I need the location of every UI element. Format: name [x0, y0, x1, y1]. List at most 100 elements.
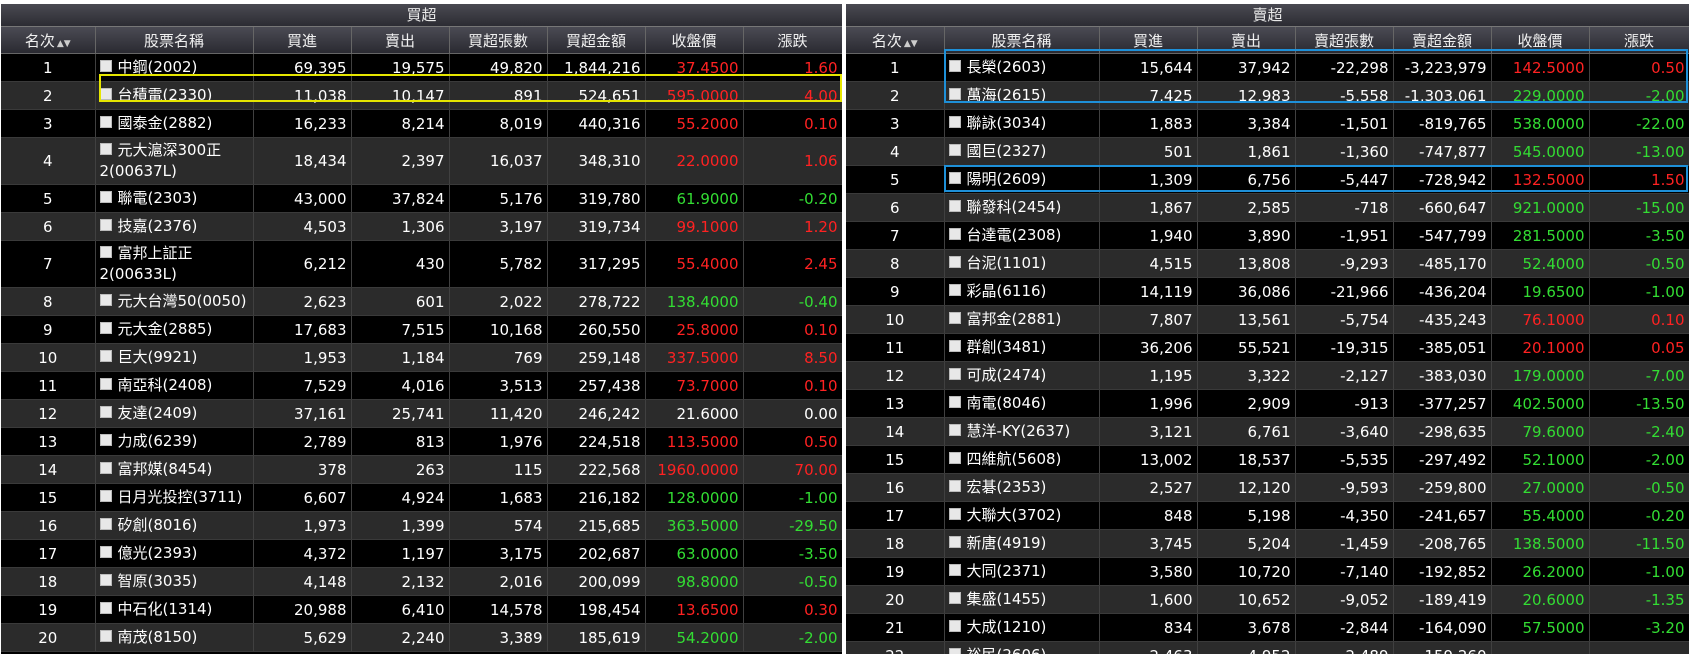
row-checkbox[interactable]: [99, 573, 112, 586]
row-checkbox[interactable]: [99, 293, 112, 306]
col-buy-header[interactable]: 買進: [1099, 27, 1198, 54]
col-sell-header[interactable]: 賣出: [1197, 27, 1296, 54]
row-checkbox[interactable]: [99, 142, 112, 155]
row-checkbox[interactable]: [948, 59, 961, 72]
col-qty-header[interactable]: 賣超張數: [1295, 27, 1394, 54]
table-row[interactable]: 2 台積電(2330) 11,038 10,147 891 524,651 595.0000…: [1, 81, 842, 110]
table-row[interactable]: 20 集盛(1455) 1,600 10,652 -9,052 -189,419 20.60…: [846, 585, 1689, 614]
row-checkbox[interactable]: [99, 87, 112, 100]
table-row[interactable]: 10 富邦金(2881) 7,807 13,561 -5,754 -435,243 76.1…: [846, 305, 1689, 334]
table-row[interactable]: 11 群創(3481) 36,206 55,521 -19,315 -385,051 20.…: [846, 333, 1689, 362]
table-row[interactable]: 21 大成(1210) 834 3,678 -2,844 -164,090 57.5000-…: [846, 613, 1689, 642]
row-checkbox[interactable]: [99, 377, 112, 390]
table-row[interactable]: 7 富邦上証正2(00633L) 6,212 430 5,782 317,295 55.40…: [1, 240, 842, 288]
table-row[interactable]: 4 元大滬深300正2(00637L) 18,434 2,397 16,037 348,3…: [1, 137, 842, 185]
table-row[interactable]: 1 中鋼(2002) 69,395 19,575 49,820 1,844,216 37.4…: [1, 53, 842, 82]
col-rank-header[interactable]: 名次 ▲▼: [1, 27, 96, 54]
table-row[interactable]: 1 長榮(2603) 15,644 37,942 -22,298 -3,223,979 14…: [846, 53, 1689, 82]
table-row[interactable]: 11 南亞科(2408) 7,529 4,016 3,513 257,438 73.7000…: [1, 371, 842, 400]
row-checkbox[interactable]: [99, 190, 112, 203]
table-row[interactable]: 20 南茂(8150) 5,629 2,240 3,389 185,619 54.2000-…: [1, 623, 842, 652]
row-checkbox[interactable]: [948, 171, 961, 184]
sort-icon[interactable]: ▲▼: [57, 39, 71, 49]
table-row[interactable]: 12 可成(2474) 1,195 3,322 -2,127 -383,030 179.00…: [846, 361, 1689, 390]
table-row[interactable]: 8 元大台灣50(0050) 2,623 601 2,022 278,722 138.400…: [1, 287, 842, 316]
col-name-header[interactable]: 股票名稱: [944, 27, 1100, 54]
table-row[interactable]: 3 國泰金(2882) 16,233 8,214 8,019 440,316 55.2000…: [1, 109, 842, 138]
table-row[interactable]: 22 裕民(2606) 2,4634,952-2,489-159,260: [846, 641, 1689, 654]
table-row[interactable]: 2 萬海(2615) 7,425 12,983 -5,558 -1,303,061 229.…: [846, 81, 1689, 110]
table-row[interactable]: 19 大同(2371) 3,580 10,720 -7,140 -192,852 26.20…: [846, 557, 1689, 586]
col-buy-header[interactable]: 買進: [253, 27, 352, 54]
row-checkbox[interactable]: [99, 629, 112, 642]
col-amount-header[interactable]: 賣超金額: [1393, 27, 1492, 54]
row-checkbox[interactable]: [948, 647, 961, 654]
table-row[interactable]: 19 中石化(1314) 20,988 6,410 14,578 198,454 13.65…: [1, 595, 842, 624]
row-checkbox[interactable]: [948, 367, 961, 380]
table-row[interactable]: 5 陽明(2609) 1,309 6,756 -5,447 -728,942 132.500…: [846, 165, 1689, 194]
col-rank-header[interactable]: 名次 ▲▼: [846, 27, 945, 54]
table-row[interactable]: 9 元大金(2885) 17,683 7,515 10,168 260,550 25.800…: [1, 315, 842, 344]
table-row[interactable]: 16 宏碁(2353) 2,527 12,120 -9,593 -259,800 27.00…: [846, 473, 1689, 502]
table-row[interactable]: 9 彩晶(6116) 14,119 36,086 -21,966 -436,204 19.6…: [846, 277, 1689, 306]
col-change-header[interactable]: 漲跌: [743, 27, 842, 54]
col-qty-header[interactable]: 買超張數: [449, 27, 548, 54]
row-checkbox[interactable]: [948, 143, 961, 156]
row-checkbox[interactable]: [99, 405, 112, 418]
table-row[interactable]: 12 友達(2409) 37,161 25,741 11,420 246,242 21.60…: [1, 399, 842, 428]
row-checkbox[interactable]: [99, 461, 112, 474]
row-checkbox[interactable]: [99, 59, 112, 72]
row-checkbox[interactable]: [948, 255, 961, 268]
table-row[interactable]: 3 聯詠(3034) 1,883 3,384 -1,501 -819,765 538.000…: [846, 109, 1689, 138]
row-checkbox[interactable]: [99, 601, 112, 614]
row-checkbox[interactable]: [99, 489, 112, 502]
row-checkbox[interactable]: [99, 115, 112, 128]
row-checkbox[interactable]: [99, 517, 112, 530]
table-row[interactable]: 17 大聯大(3702) 848 5,198 -4,350 -241,657 55.4000…: [846, 501, 1689, 530]
table-row[interactable]: 16 矽創(8016) 1,973 1,399 574 215,685 363.5000 -2…: [1, 511, 842, 540]
row-checkbox[interactable]: [99, 349, 112, 362]
table-row[interactable]: 6 聯發科(2454) 1,867 2,585 -718 -660,647 921.0000…: [846, 193, 1689, 222]
table-row[interactable]: 4 國巨(2327) 501 1,861 -1,360 -747,877 545.0000-…: [846, 137, 1689, 166]
row-checkbox[interactable]: [948, 423, 961, 436]
row-checkbox[interactable]: [948, 479, 961, 492]
row-checkbox[interactable]: [948, 87, 961, 100]
row-checkbox[interactable]: [948, 199, 961, 212]
row-checkbox[interactable]: [948, 591, 961, 604]
table-row[interactable]: 7 台達電(2308) 1,940 3,890 -1,951 -547,799 281.50…: [846, 221, 1689, 250]
table-row[interactable]: 10 巨大(9921) 1,953 1,184 769 259,148 337.5000 8.…: [1, 343, 842, 372]
row-checkbox[interactable]: [948, 619, 961, 632]
col-name-header[interactable]: 股票名稱: [95, 27, 254, 54]
table-row[interactable]: 13 南電(8046) 1,996 2,909 -913 -377,257 402.5000…: [846, 389, 1689, 418]
row-checkbox[interactable]: [948, 227, 961, 240]
row-checkbox[interactable]: [948, 535, 961, 548]
table-row[interactable]: 15 日月光投控(3711) 6,607 4,924 1,683 216,182 128.0…: [1, 483, 842, 512]
row-checkbox[interactable]: [948, 507, 961, 520]
table-row[interactable]: 6 技嘉(2376) 4,503 1,306 3,197 319,734 99.1000 1.…: [1, 212, 842, 241]
table-row[interactable]: 14 慧洋-KY(2637) 3,121 6,761 -3,640 -298,635 79.…: [846, 417, 1689, 446]
table-row[interactable]: 13 力成(6239) 2,789 813 1,976 224,518 113.5000 0.…: [1, 427, 842, 456]
row-checkbox[interactable]: [948, 563, 961, 576]
row-checkbox[interactable]: [948, 339, 961, 352]
table-row[interactable]: 18 智原(3035) 4,148 2,132 2,016 200,099 98.8000-…: [1, 567, 842, 596]
sort-icon[interactable]: ▲▼: [904, 39, 918, 49]
col-close-header[interactable]: 收盤價: [1491, 27, 1590, 54]
table-row[interactable]: 14 富邦媒(8454) 378 263 115 222,568 1960.0000 70.0…: [1, 455, 842, 484]
table-row[interactable]: 17 億光(2393) 4,372 1,197 3,175 202,687 63.0000-…: [1, 539, 842, 568]
table-row[interactable]: 8 台泥(1101) 4,515 13,808 -9,293 -485,170 52.400…: [846, 249, 1689, 278]
row-checkbox[interactable]: [99, 218, 112, 231]
row-checkbox[interactable]: [948, 451, 961, 464]
row-checkbox[interactable]: [948, 115, 961, 128]
row-checkbox[interactable]: [948, 311, 961, 324]
col-sell-header[interactable]: 賣出: [351, 27, 450, 54]
col-close-header[interactable]: 收盤價: [645, 27, 744, 54]
table-row[interactable]: 5 聯電(2303) 43,000 37,824 5,176 319,780 61.9000…: [1, 184, 842, 213]
col-change-header[interactable]: 漲跌: [1589, 27, 1689, 54]
col-amount-header[interactable]: 買超金額: [547, 27, 646, 54]
row-checkbox[interactable]: [948, 395, 961, 408]
row-checkbox[interactable]: [948, 283, 961, 296]
row-checkbox[interactable]: [99, 545, 112, 558]
row-checkbox[interactable]: [99, 433, 112, 446]
row-checkbox[interactable]: [99, 245, 112, 258]
row-checkbox[interactable]: [99, 321, 112, 334]
